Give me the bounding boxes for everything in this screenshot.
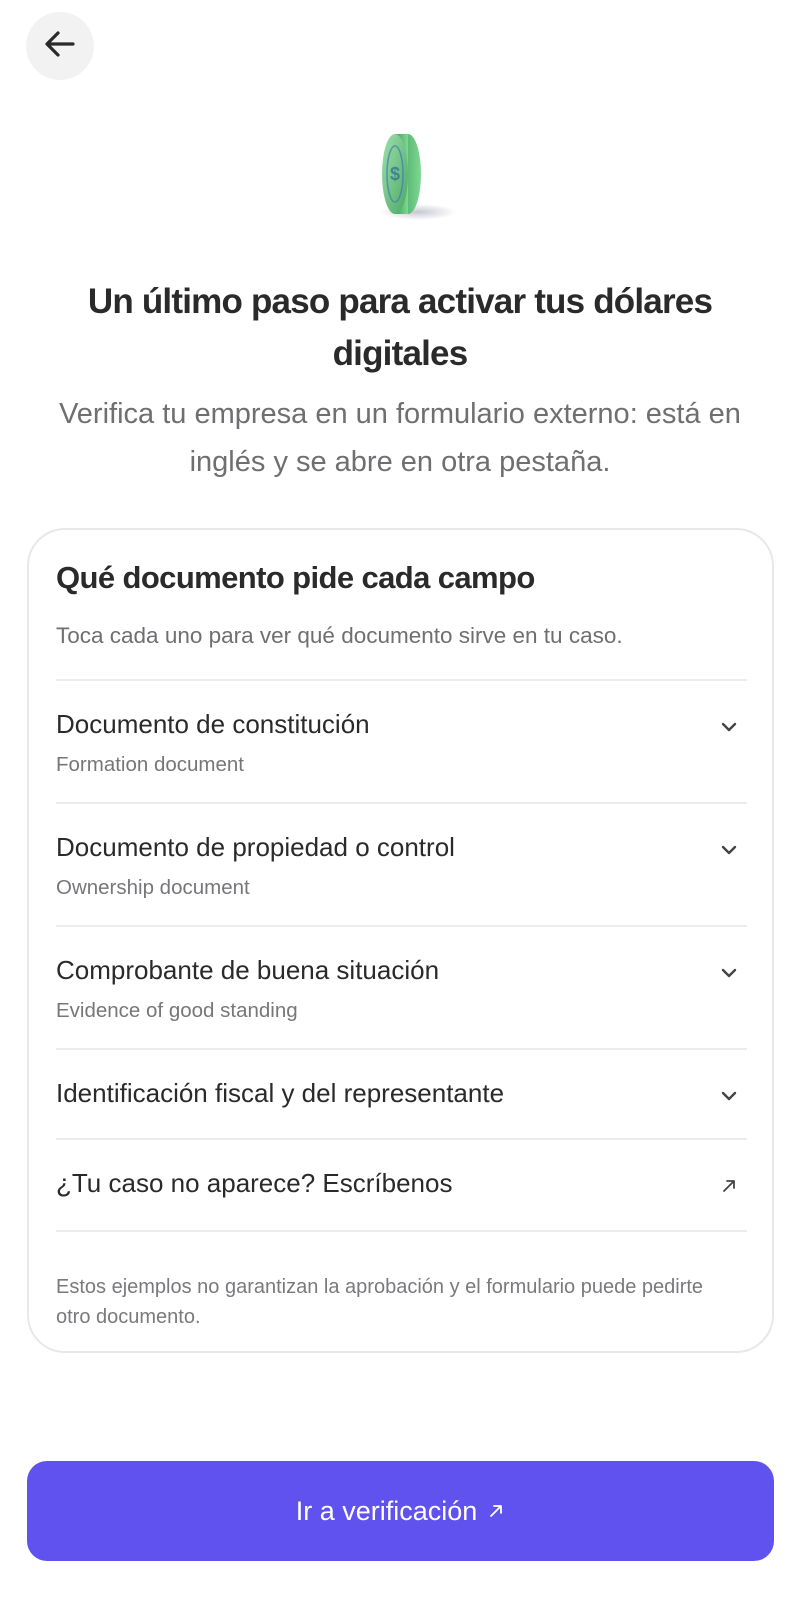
- go-to-verification-button[interactable]: Ir a verificación: [27, 1461, 774, 1561]
- contact-us-link[interactable]: ¿Tu caso no aparece? Escríbenos: [56, 1138, 747, 1230]
- hero-illustration: $: [300, 104, 500, 240]
- external-arrow-icon: [487, 1502, 505, 1520]
- accordion-item-title: Comprobante de buena situación: [56, 955, 440, 985]
- card-divider: [56, 1230, 747, 1232]
- back-button[interactable]: [26, 12, 94, 80]
- chevron-down-icon: [717, 838, 741, 862]
- accordion-item-ownership[interactable]: Documento de propiedad o control Ownersh…: [56, 802, 747, 925]
- accordion-item-title: Documento de propiedad o control: [56, 832, 455, 862]
- page-subtitle: Verifica tu empresa en un formulario ext…: [59, 398, 741, 478]
- accordion-item-subtitle: Formation document: [56, 753, 245, 776]
- card-description: Toca cada uno para ver qué documento sir…: [56, 623, 623, 648]
- svg-text:$: $: [390, 164, 400, 184]
- cta-label: Ir a verificación: [295, 1495, 478, 1526]
- accordion-item-title: Identificación fiscal y del representant…: [56, 1078, 505, 1108]
- accordion-item-formation[interactable]: Documento de constitución Formation docu…: [56, 679, 747, 802]
- disclaimer-text: Estos ejemplos no garantizan la aprobaci…: [56, 1276, 704, 1328]
- accordion-item-title: Documento de constitución: [56, 709, 370, 739]
- accordion-item-subtitle: Evidence of good standing: [56, 999, 298, 1022]
- accordion-item-tax-id[interactable]: Identificación fiscal y del representant…: [56, 1048, 747, 1138]
- card-title: Qué documento pide cada campo: [56, 560, 535, 595]
- arrow-left-icon: [42, 26, 78, 67]
- chevron-down-icon: [717, 1084, 741, 1108]
- document-guide-card: Qué documento pide cada campo Toca cada …: [27, 528, 774, 1353]
- accordion-item-good-standing[interactable]: Comprobante de buena situación Evidence …: [56, 925, 747, 1048]
- chevron-down-icon: [717, 961, 741, 985]
- chevron-down-icon: [717, 715, 741, 739]
- coin-icon: $: [380, 134, 456, 220]
- external-arrow-icon: [717, 1174, 741, 1198]
- accordion-item-subtitle: Ownership document: [56, 876, 250, 899]
- contact-us-label: ¿Tu caso no aparece? Escríbenos: [56, 1168, 453, 1198]
- verification-screen: $ Un último paso para activar tus dólare…: [0, 0, 800, 1600]
- page-title: Un último paso para activar tus dólares …: [87, 282, 713, 373]
